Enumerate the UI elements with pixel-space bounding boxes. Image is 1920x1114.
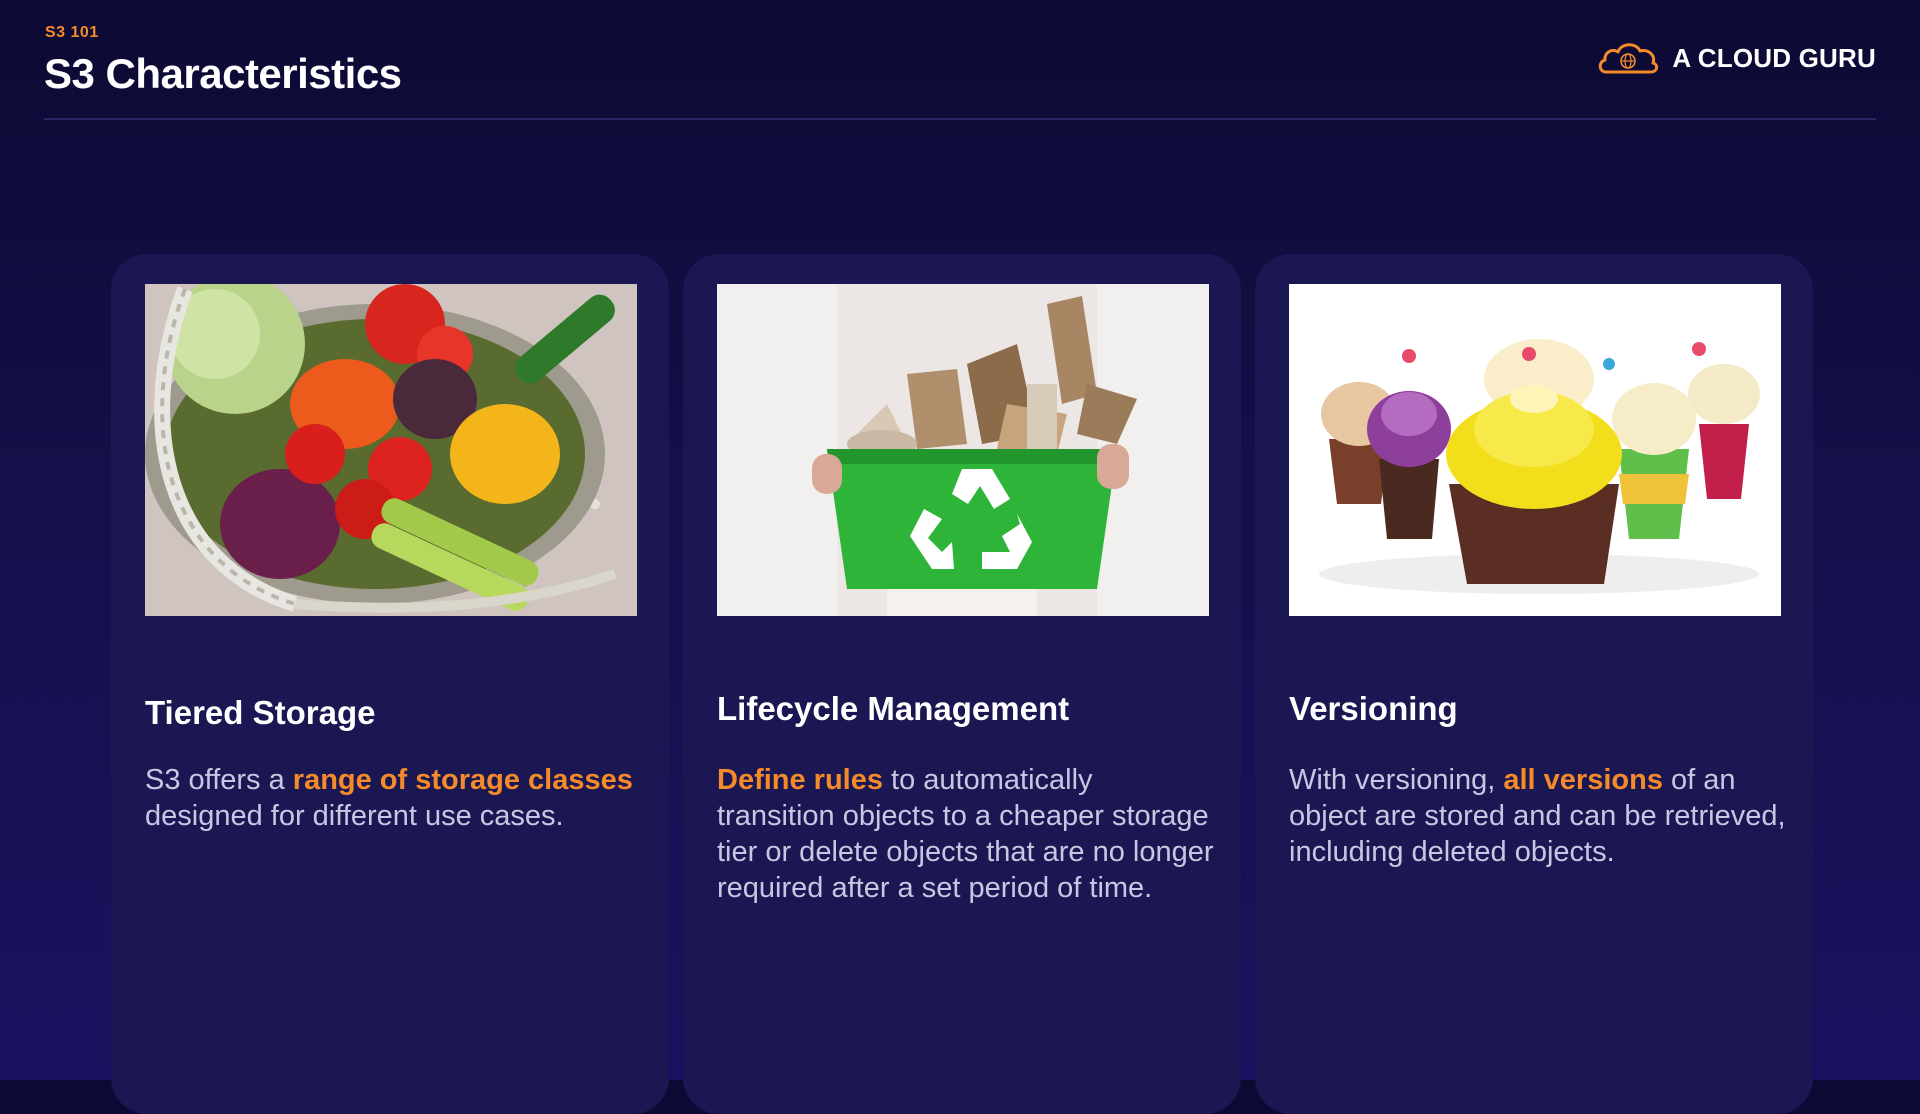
recycling-bin-image — [717, 284, 1209, 616]
slide-kicker: S3 101 — [45, 24, 99, 41]
feature-cards: Tiered Storage S3 offers a range of stor… — [111, 254, 1813, 1114]
description-highlight: all versions — [1503, 764, 1663, 796]
card-description: With versioning, all versions of an obje… — [1289, 762, 1789, 870]
card-title: Tiered Storage — [145, 694, 376, 731]
brand-name: A CLOUD GURU — [1672, 42, 1876, 73]
vegetable-basket-image — [145, 284, 637, 616]
card-title: Versioning — [1289, 690, 1458, 727]
description-text: designed for different use cases. — [145, 800, 564, 832]
description-highlight: Define rules — [717, 764, 883, 796]
description-text: With versioning, — [1289, 764, 1504, 796]
card-title: Lifecycle Management — [717, 690, 1070, 727]
cupcakes-image — [1289, 284, 1781, 616]
description-text: S3 offers a — [145, 764, 293, 796]
description-highlight: range of storage classes — [292, 764, 633, 796]
header-divider — [44, 118, 1876, 120]
page-title: S3 Characteristics — [44, 50, 402, 97]
card-description: Define rules to automatically transition… — [717, 762, 1217, 906]
brand-logo: A CLOUD GURU — [1596, 38, 1876, 78]
card-tiered-storage: Tiered Storage S3 offers a range of stor… — [111, 254, 669, 1114]
card-versioning: Versioning With versioning, all versions… — [1255, 254, 1813, 1114]
cloud-logo-icon — [1599, 43, 1659, 74]
card-lifecycle-management: Lifecycle Management Define rules to aut… — [683, 254, 1241, 1114]
card-description: S3 offers a range of storage classes des… — [145, 762, 645, 834]
